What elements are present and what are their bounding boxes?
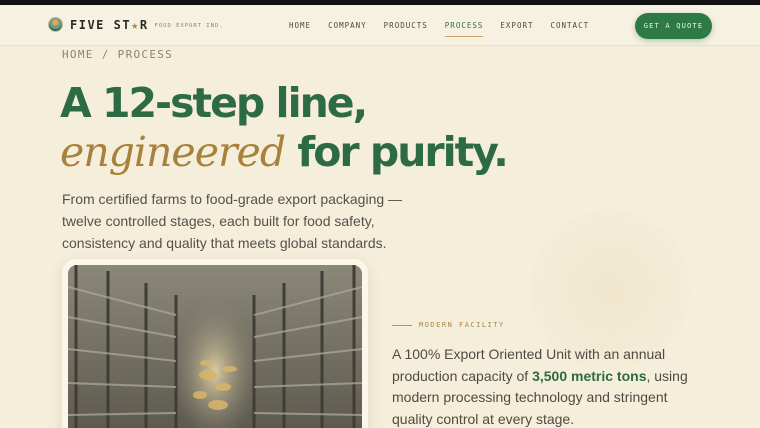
brand-tagline: FOOD EXPORT IND. [154, 23, 224, 29]
eyebrow-rule [392, 324, 412, 326]
page-title-line-1: A 12-step line, [60, 79, 368, 127]
nav-contact[interactable]: CONTACT [551, 21, 590, 37]
page-title-line-2: engineered for purity. [60, 128, 509, 176]
breadcrumb-home[interactable]: HOME [62, 48, 94, 61]
nav-home[interactable]: HOME [289, 21, 311, 37]
breadcrumb: HOME / PROCESS [62, 48, 173, 61]
site-header: FIVE ST★R FOOD EXPORT IND. HOME COMPANY … [0, 5, 760, 46]
breadcrumb-separator: / [101, 48, 110, 61]
brand-name: FIVE ST★R [70, 17, 149, 32]
page-title-rest: for purity. [285, 128, 508, 176]
facility-eyebrow: MODERN FACILITY [392, 321, 505, 329]
main-nav: HOME COMPANY PRODUCTS PROCESS EXPORT CON… [289, 21, 606, 37]
capacity-highlight: 3,500 metric tons [532, 367, 647, 384]
facility-photo [68, 265, 362, 428]
eyebrow-label: MODERN FACILITY [419, 321, 505, 329]
brand-emblem-icon [48, 17, 63, 32]
page-title-accent: engineered [60, 128, 286, 176]
drying-racks-image [68, 265, 362, 428]
facility-photo-card [62, 259, 368, 428]
nav-products[interactable]: PRODUCTS [384, 21, 428, 37]
nav-export[interactable]: EXPORT [500, 21, 533, 37]
star-icon: ★ [131, 17, 140, 32]
nav-process[interactable]: PROCESS [444, 21, 484, 37]
hero-intro: From certified farms to food-grade expor… [62, 191, 403, 251]
get-a-quote-button[interactable]: GET A QUOTE [635, 13, 712, 39]
breadcrumb-current: PROCESS [117, 48, 174, 61]
brand-logo[interactable]: FIVE ST★R FOOD EXPORT IND. [48, 17, 224, 32]
facility-description: A 100% Export Oriented Unit with an annu… [392, 346, 688, 427]
nav-company[interactable]: COMPANY [328, 21, 367, 37]
